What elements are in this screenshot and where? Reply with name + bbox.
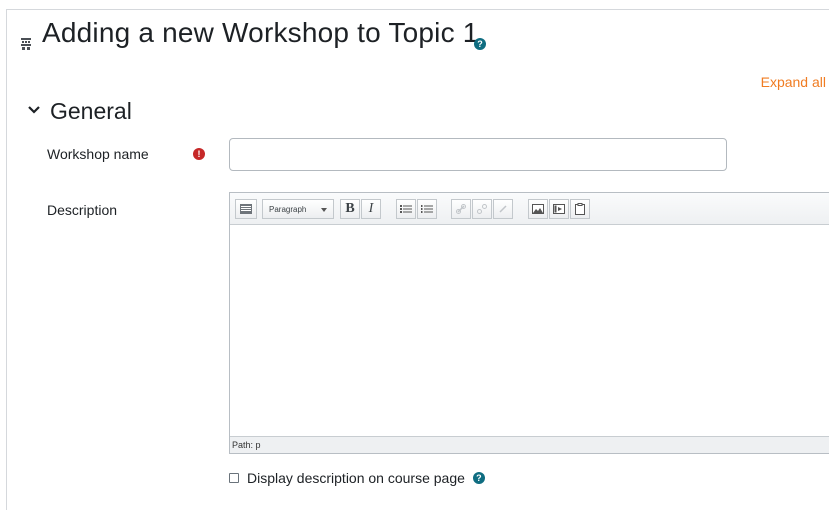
expand-all-link[interactable]: Expand all (761, 74, 826, 90)
description-label: Description (47, 202, 118, 218)
section-title-general[interactable]: General (50, 98, 132, 125)
workshop-name-label: Workshop name (47, 146, 149, 162)
unlink-icon[interactable] (472, 199, 492, 219)
editor-content-area[interactable] (230, 225, 829, 436)
anchor-icon[interactable] (493, 199, 513, 219)
chevron-down-icon (321, 208, 327, 212)
workshop-icon (21, 38, 31, 50)
workshop-name-input[interactable] (229, 138, 727, 171)
question-circle-icon[interactable]: ? (474, 38, 486, 50)
ordered-list-icon[interactable] (417, 199, 437, 219)
link-icon[interactable] (451, 199, 471, 219)
media-icon[interactable] (549, 199, 569, 219)
display-description-label[interactable]: Display description on course page (247, 470, 465, 486)
bold-button[interactable]: B (340, 199, 360, 219)
editor-statusbar: Path: p (230, 436, 829, 453)
page-title: Adding a new Workshop to Topic 1 (42, 17, 479, 48)
display-description-checkbox[interactable] (229, 473, 239, 483)
exclamation-circle-icon: ! (193, 148, 205, 160)
unordered-list-icon[interactable] (396, 199, 416, 219)
display-description-row: Display description on course page ? (229, 470, 485, 486)
description-editor[interactable]: Paragraph B I Path: p (229, 192, 829, 454)
paste-icon[interactable] (570, 199, 590, 219)
chevron-down-icon[interactable] (27, 104, 41, 116)
editor-path: Path: p (232, 440, 261, 450)
italic-button[interactable]: I (361, 199, 381, 219)
question-circle-icon[interactable]: ? (472, 472, 485, 484)
paragraph-format-select[interactable]: Paragraph (262, 199, 334, 219)
image-icon[interactable] (528, 199, 548, 219)
toolbar-toggle-icon[interactable] (235, 199, 257, 219)
editor-toolbar: Paragraph B I (230, 193, 829, 225)
